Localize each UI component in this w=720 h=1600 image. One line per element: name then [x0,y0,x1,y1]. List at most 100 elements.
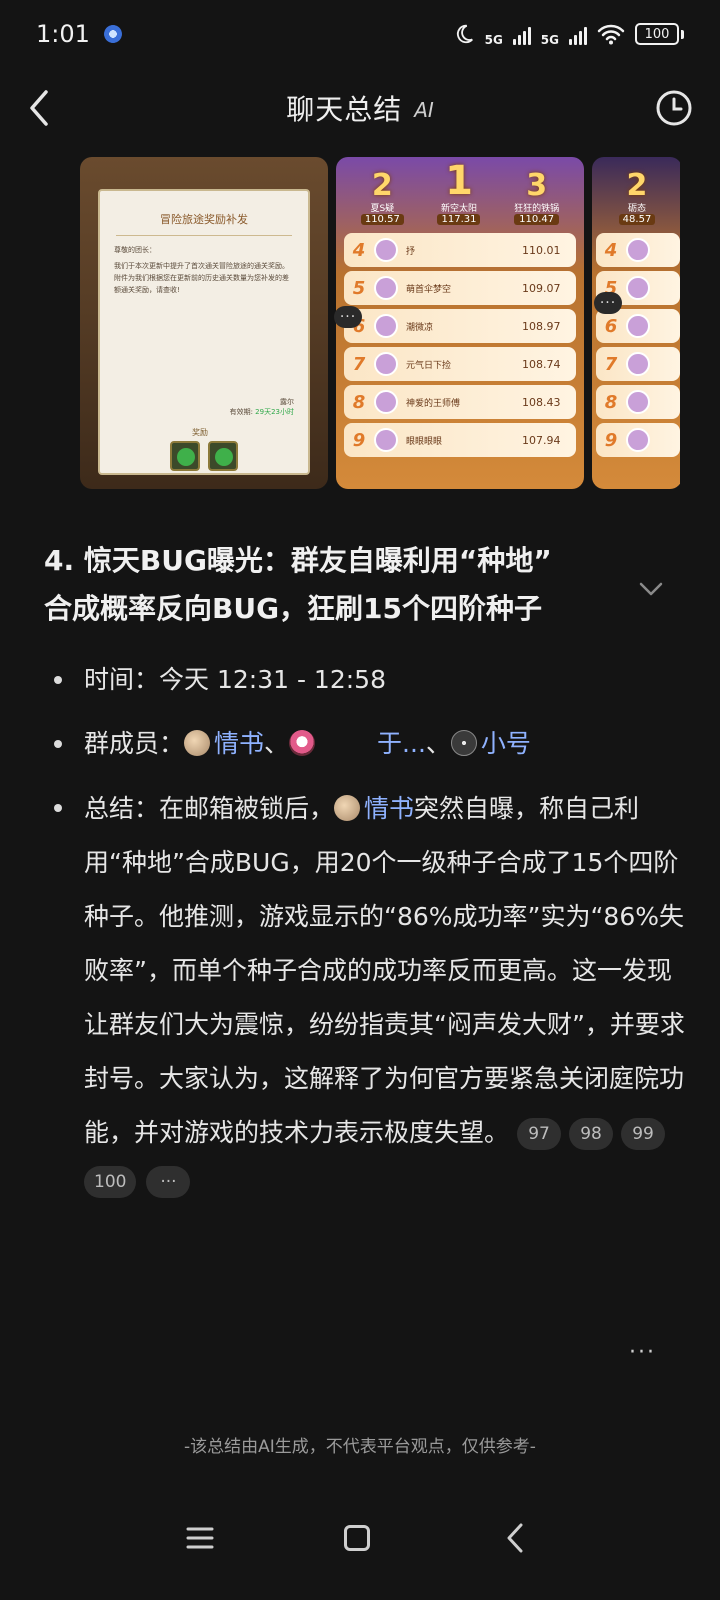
image-thumbnail-leaderboard-2[interactable]: 2 砺态 48.57 4 5 6 7 8 9 [592,157,680,489]
leaderboard-row: 8 [596,385,680,419]
rank-number: 4 [604,239,618,261]
podium-score: 48.57 [618,214,656,225]
status-time: 1:01 [36,20,90,48]
recent-apps-icon[interactable] [186,1526,214,1550]
mail-paper: 冒险旅途奖励补发 尊敬的团长： 我们于本次更新中提升了首次通关冒险旅途的通关奖励… [98,189,310,475]
rank-name: 抒 [406,246,416,257]
podium-second: 2 夏S疑 110.57 [360,168,404,225]
avatar [626,352,650,376]
summary-mention[interactable]: 情书 [364,794,414,823]
rank-score: 110.01 [522,243,561,257]
ai-label: AI [414,98,434,122]
bullet-dot [54,676,62,684]
back-arrow-icon[interactable] [20,86,60,130]
image-thumbnail-leaderboard[interactable]: 2 夏S疑 110.57 1 新空太阳 117.31 3 狂狂的铁锅 110.4… [336,157,584,489]
bullet-dot [54,740,62,748]
summary-row: 总结：在邮箱被锁后， 情书突然自曝，称自己利用“种地”合成BUG，用20个一级种子… [48,782,688,1160]
podium-score: 110.47 [514,214,560,225]
podium-name: 砺态 [627,204,646,214]
signal-icon-2 [569,23,587,45]
mail-reward-label: 奖励 [192,428,208,437]
podium-second: 2 砺态 48.57 [618,171,656,225]
rank-number: 7 [352,353,366,375]
battery-icon: 100 [635,23,684,45]
rank-score: 108.97 [522,319,561,333]
image-more-icon-2[interactable]: ··· [594,292,622,314]
citation-chip[interactable]: 100 [84,1166,137,1198]
home-icon[interactable] [344,1525,370,1551]
members-label: 群成员： [84,729,185,758]
rank-number: 6 [604,315,618,337]
leaderboard-podium: 2 砺态 48.57 [592,157,680,231]
image-more-icon[interactable]: ··· [334,306,362,328]
header: 聊天总结 AI [0,72,720,144]
chevron-down-icon[interactable] [638,580,664,598]
image-thumbnail-mail[interactable]: 冒险旅途奖励补发 尊敬的团长： 我们于本次更新中提升了首次通关冒险旅途的通关奖励… [80,157,328,489]
avatar [374,352,398,376]
rank-number: 9 [352,429,366,451]
avatar [626,276,650,300]
page-title: 聊天总结 [286,93,403,126]
members-text: 群成员： 情书、 于...、 小号 [84,718,531,770]
moon-icon [456,24,473,44]
summary-text: 总结：在邮箱被锁后， 情书突然自曝，称自己利用“种地”合成BUG，用20个一级种子… [84,782,688,1160]
citation-chips-row: 100 ··· [84,1166,688,1198]
mail-expiry-value: 29天23小时 [255,408,294,416]
more-citations-chip[interactable]: ··· [146,1166,191,1198]
podium-rank: 1 [445,158,473,204]
separator: 、 [264,729,290,758]
separator: 、 [425,729,451,758]
podium-score: 110.57 [360,214,404,225]
reward-item-2 [208,441,238,471]
rank-number: 4 [352,239,366,261]
topic-details: 时间：今天 12:31 - 12:58 群成员： 情书、 于...、 小号 总结：在邮… [48,654,688,1198]
signal-icon [512,23,531,45]
bullet-dot [54,804,62,812]
rank-name: 元气日下捡 [406,360,452,371]
more-options-icon[interactable]: ··· [629,1340,656,1365]
leaderboard-row: 7 元气日下捡 108.74 [344,347,576,381]
avatar [374,238,398,262]
citation-chip[interactable]: 97 [517,1118,562,1150]
status-bar: 1:01 5G 5G 100 [0,0,720,68]
avatar [289,730,316,756]
member-mention-3[interactable]: 小号 [481,729,531,758]
topic-heading-line-1: 4. 惊天BUG曝光：群友自曝利用“种地” [44,544,552,577]
rank-number: 7 [604,353,618,375]
rank-score: 109.07 [522,281,561,295]
system-nav-bar [0,1510,720,1570]
battery-tip [681,29,684,39]
rank-number: 9 [604,429,618,451]
citation-chip[interactable]: 98 [569,1118,614,1150]
leaderboard-row: 5 萌首伞梦空 109.07 [344,271,576,305]
mail-title: 冒险旅途奖励补发 [160,213,248,226]
topic-heading[interactable]: 4. 惊天BUG曝光：群友自曝利用“种地” 合成概率反向BUG，狂刷15个四阶种… [44,537,634,633]
rank-score: 108.74 [522,357,561,371]
time-text: 时间：今天 12:31 - 12:58 [84,654,386,706]
mail-expiry-label: 有效期: [229,408,253,416]
citation-chip[interactable]: 99 [621,1118,666,1150]
member-mention-1[interactable]: 情书 [214,729,264,758]
rank-name: 眼眼眼眼 [406,436,443,447]
network-type-2: 5G [540,33,559,47]
leaderboard-row: 8 神爱的王师傅 108.43 [344,385,576,419]
history-clock-icon[interactable] [654,88,694,128]
avatar [626,428,650,452]
system-back-icon[interactable] [504,1522,526,1554]
leaderboard-row: 4 [596,233,680,267]
status-right: 5G 5G 100 [453,23,684,47]
leaderboard-row: 6 [596,309,680,343]
avatar [450,730,477,756]
podium-rank: 2 [371,168,393,203]
avatar [626,314,650,338]
image-carousel[interactable]: 冒险旅途奖励补发 尊敬的团长： 我们于本次更新中提升了首次通关冒险旅途的通关奖励… [80,157,680,489]
avatar [184,730,211,756]
leaderboard-row: 4 抒 110.01 [344,233,576,267]
status-left: 1:01 [36,20,122,48]
avatar [626,238,650,262]
podium-name: 夏S疑 [370,204,395,214]
app-notification-icon [103,25,122,43]
summary-pre: 在邮箱被锁后， [159,794,335,823]
member-mention-2[interactable]: 于... [377,729,426,758]
avatar [374,428,398,452]
